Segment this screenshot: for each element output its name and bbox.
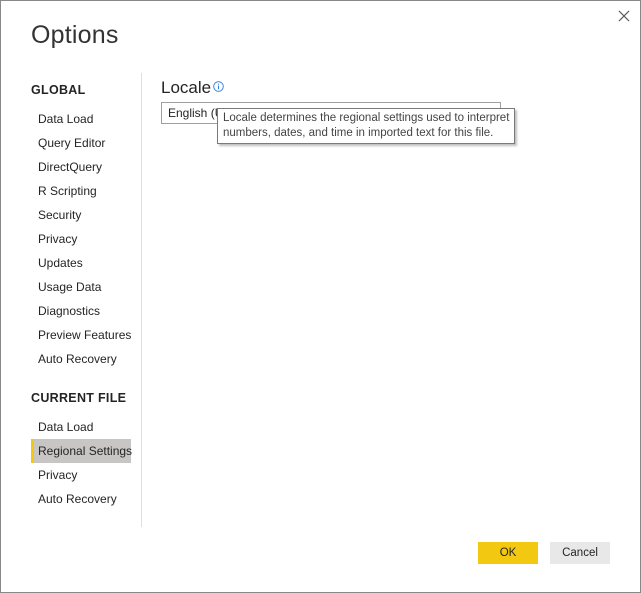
- section-header-current-file: CURRENT FILE: [31, 391, 127, 405]
- nav-item-privacy[interactable]: Privacy: [31, 227, 131, 251]
- section-header-global: GLOBAL: [31, 83, 86, 97]
- dialog-title: Options: [31, 21, 119, 49]
- nav-item-r-scripting[interactable]: R Scripting: [31, 179, 131, 203]
- locale-heading: Locale: [161, 78, 212, 97]
- nav-item-usage-data[interactable]: Usage Data: [31, 275, 131, 299]
- nav-item-directquery[interactable]: DirectQuery: [31, 155, 131, 179]
- info-icon[interactable]: [213, 81, 224, 92]
- close-icon: [618, 10, 630, 22]
- nav-item-updates[interactable]: Updates: [31, 251, 131, 275]
- nav-item-regional-settings[interactable]: Regional Settings: [31, 439, 132, 463]
- nav-item-diagnostics[interactable]: Diagnostics: [31, 299, 131, 323]
- close-button[interactable]: [613, 5, 635, 27]
- nav-item-file-data-load[interactable]: Data Load: [31, 415, 131, 439]
- nav-item-preview-features[interactable]: Preview Features: [31, 323, 131, 347]
- options-dialog: Options GLOBAL Data Load Query Editor Di…: [0, 0, 641, 593]
- nav-item-file-privacy[interactable]: Privacy: [31, 463, 131, 487]
- nav-item-file-auto-recovery[interactable]: Auto Recovery: [31, 487, 131, 511]
- ok-button[interactable]: OK: [478, 542, 538, 564]
- nav-item-security[interactable]: Security: [31, 203, 131, 227]
- cancel-button[interactable]: Cancel: [550, 542, 610, 564]
- nav-item-query-editor[interactable]: Query Editor: [31, 131, 131, 155]
- nav-item-data-load[interactable]: Data Load: [31, 107, 131, 131]
- nav-divider: [141, 73, 142, 527]
- nav-item-auto-recovery[interactable]: Auto Recovery: [31, 347, 131, 371]
- locale-tooltip: Locale determines the regional settings …: [217, 108, 515, 144]
